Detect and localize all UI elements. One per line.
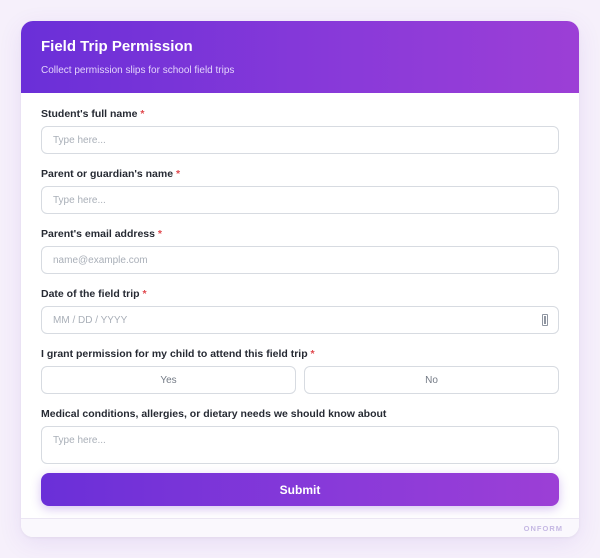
field-permission: I grant permission for my child to atten… [41,348,559,394]
form-body: Student's full name * Parent or guardian… [21,93,579,464]
required-marker: * [142,288,147,300]
form-subtitle: Collect permission slips for school fiel… [41,65,235,76]
calendar-icon[interactable] [542,314,548,326]
medical-textarea[interactable] [41,426,559,464]
permission-choices: Yes No [41,366,559,394]
student-name-label: Student's full name * [41,108,559,121]
parent-name-input[interactable] [41,186,559,214]
required-marker: * [310,348,315,360]
student-name-input[interactable] [41,126,559,154]
field-student-name: Student's full name * [41,108,559,154]
field-parent-name: Parent or guardian's name * [41,168,559,214]
trip-date-wrapper [41,306,559,334]
trip-date-label: Date of the field trip * [41,288,559,301]
parent-name-label: Parent or guardian's name * [41,168,559,181]
form-title: Field Trip Permission [41,38,193,55]
form-card: Field Trip Permission Collect permission… [21,21,579,537]
permission-yes-button[interactable]: Yes [41,366,296,394]
trip-date-label-text: Date of the field trip [41,288,140,300]
medical-label: Medical conditions, allergies, or dietar… [41,408,387,420]
required-marker: * [157,228,162,240]
required-marker: * [175,168,181,180]
student-name-label-text: Student's full name [41,108,138,120]
parent-name-label-text: Parent or guardian's name [41,168,174,180]
submit-button[interactable]: Submit [41,473,559,506]
parent-email-label-text: Parent's email address [41,228,155,240]
form-footer: ONFORM [21,518,579,537]
field-trip-date: Date of the field trip * [41,288,559,334]
field-parent-email: Parent's email address * [41,228,559,274]
required-marker: * [140,108,145,120]
trip-date-input[interactable] [41,306,559,334]
field-medical: Medical conditions, allergies, or dietar… [41,408,559,464]
brand-logo[interactable]: ONFORM [524,524,563,533]
permission-label: I grant permission for my child to atten… [41,348,559,361]
parent-email-label: Parent's email address * [41,228,559,241]
form-header: Field Trip Permission Collect permission… [21,21,579,93]
permission-label-text: I grant permission for my child to atten… [41,348,308,360]
parent-email-input[interactable] [41,246,559,274]
permission-no-button[interactable]: No [304,366,559,394]
